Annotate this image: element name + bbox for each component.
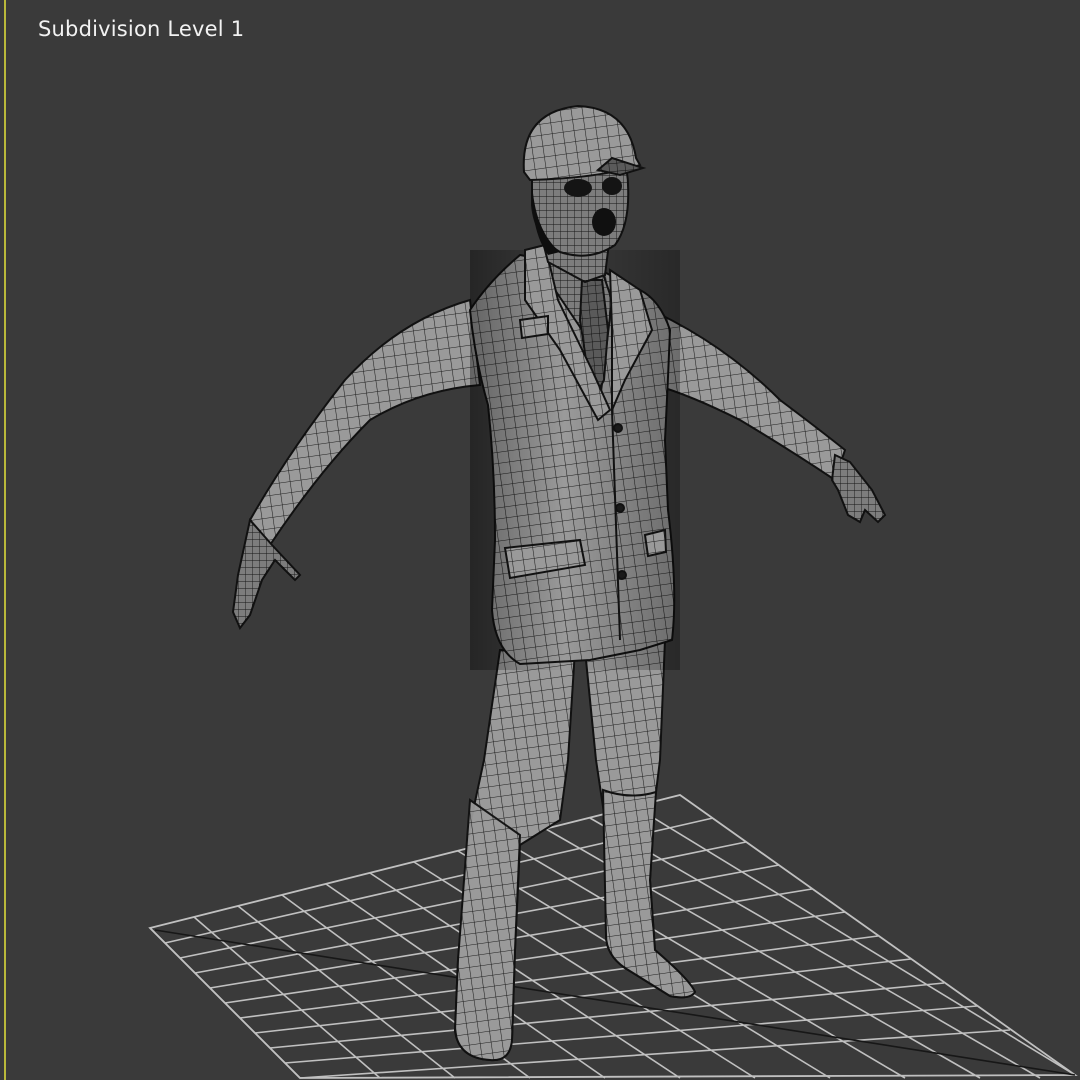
viewport-label[interactable]: Subdivision Level 1: [38, 17, 244, 41]
left-arm: [248, 298, 482, 547]
mouth: [592, 208, 616, 236]
eye-socket: [564, 179, 592, 197]
eye-socket: [602, 177, 622, 195]
left-boot: [453, 798, 522, 1062]
jacket-button: [617, 570, 627, 580]
jacket-pocket-right: [643, 528, 668, 558]
jacket-button: [613, 423, 623, 433]
viewport-scene[interactable]: [0, 0, 1080, 1080]
3d-viewport[interactable]: Subdivision Level 1: [0, 0, 1080, 1080]
breast-pocket: [518, 314, 549, 340]
right-hand: [830, 453, 887, 524]
character-model: [231, 104, 887, 1062]
right-boot: [601, 788, 697, 999]
jacket-button: [615, 503, 625, 513]
